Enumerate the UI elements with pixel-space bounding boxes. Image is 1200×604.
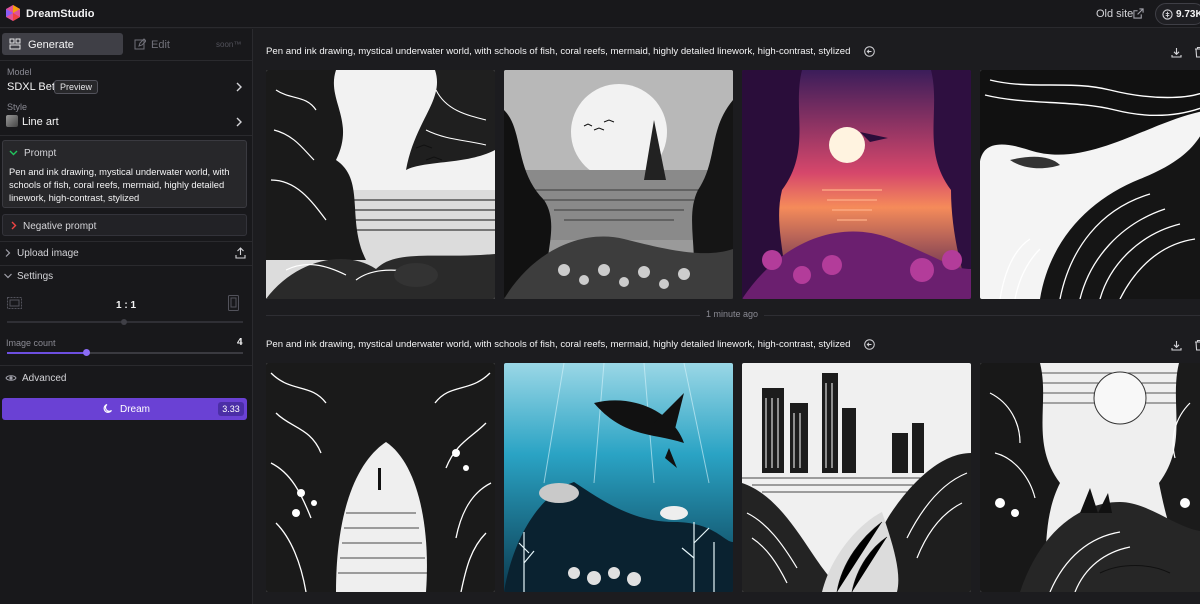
chevron-right-icon[interactable] — [9, 221, 18, 230]
portrait-ratio-icon[interactable] — [228, 295, 239, 311]
credits-icon — [1162, 9, 1173, 20]
dream-button-label: Dream — [120, 404, 151, 415]
style-label: Style — [7, 102, 28, 112]
purple-sunset-image — [742, 70, 971, 299]
model-label: Model — [7, 67, 32, 77]
generation-prompt[interactable]: Pen and ink drawing, mystical underwater… — [266, 339, 850, 350]
landscape-ratio-icon[interactable] — [7, 297, 22, 309]
divider — [0, 60, 252, 61]
style-thumbnail — [6, 115, 18, 127]
dream-button[interactable]: Dream 3.33 — [2, 398, 247, 420]
app-name: DreamStudio — [26, 8, 95, 20]
cave-figure-image — [266, 363, 495, 592]
download-icon[interactable] — [1171, 340, 1182, 351]
divider — [0, 241, 252, 242]
swirling-waves-image — [980, 70, 1200, 299]
old-site-link[interactable]: Old site — [1096, 8, 1133, 20]
settings-title[interactable]: Settings — [17, 271, 53, 282]
dreamstudio-logo-icon[interactable] — [4, 4, 22, 22]
trash-icon[interactable] — [1194, 46, 1200, 58]
image-count-slider[interactable] — [7, 352, 243, 354]
generated-image[interactable] — [980, 363, 1200, 592]
generation-prompt[interactable]: Pen and ink drawing, mystical underwater… — [266, 46, 850, 57]
tab-edit-label: Edit — [151, 39, 170, 51]
reuse-prompt-icon[interactable] — [864, 46, 875, 57]
edit-icon — [134, 38, 146, 50]
advanced-toggle[interactable]: Advanced — [22, 373, 66, 384]
image-count-value: 4 — [237, 337, 243, 348]
chevron-down-icon[interactable] — [4, 272, 12, 280]
aspect-ratio-slider-thumb[interactable] — [121, 319, 127, 325]
tab-generate-label: Generate — [28, 39, 74, 51]
image-count-slider-fill — [7, 352, 86, 354]
prompt-input[interactable]: Pen and ink drawing, mystical underwater… — [9, 165, 245, 204]
generated-image[interactable] — [266, 70, 495, 299]
generated-image[interactable] — [266, 363, 495, 592]
sun-swirls-image — [980, 363, 1200, 592]
sidebar: Generate Edit soon™ Model SDXL Beta Prev… — [0, 29, 253, 604]
moon-icon — [103, 403, 112, 413]
model-value[interactable]: SDXL Beta — [7, 81, 61, 93]
tab-generate[interactable]: Generate — [2, 33, 123, 55]
tab-edit[interactable]: Edit soon™ — [127, 33, 248, 55]
image-count-label: Image count — [6, 338, 56, 348]
style-chevron-right-icon[interactable] — [235, 117, 243, 127]
negative-prompt-panel[interactable]: Negative prompt — [2, 214, 247, 236]
reuse-prompt-icon[interactable] — [864, 339, 875, 350]
download-icon[interactable] — [1171, 47, 1182, 58]
upload-icon[interactable] — [235, 247, 246, 259]
prompt-title: Prompt — [24, 148, 57, 159]
generated-image[interactable] — [742, 363, 971, 592]
credits-badge[interactable]: 9.73K — [1155, 3, 1200, 25]
results-area: Pen and ink drawing, mystical underwater… — [254, 29, 1200, 604]
generated-image[interactable] — [742, 70, 971, 299]
tab-edit-note: soon™ — [216, 40, 242, 49]
credits-value: 9.73K — [1176, 9, 1200, 20]
preview-badge: Preview — [54, 80, 99, 94]
image-count-slider-thumb[interactable] — [83, 349, 90, 356]
time-divider-label: 1 minute ago — [700, 309, 765, 319]
aspect-ratio-value: 1 : 1 — [116, 300, 137, 311]
moon-bay-image — [504, 70, 733, 299]
external-link-icon[interactable] — [1133, 8, 1144, 19]
prompt-panel[interactable]: Prompt Pen and ink drawing, mystical und… — [2, 140, 247, 208]
style-value[interactable]: Line art — [22, 116, 59, 128]
blue-underwater-image — [504, 363, 733, 592]
generated-image[interactable] — [980, 70, 1200, 299]
generate-icon — [9, 38, 21, 50]
generated-image[interactable] — [504, 70, 733, 299]
trash-icon[interactable] — [1194, 339, 1200, 351]
chevron-right-icon[interactable] — [4, 249, 12, 257]
generated-image[interactable] — [504, 363, 733, 592]
top-bar: DreamStudio Old site 9.73K — [0, 0, 1200, 28]
chevron-down-icon[interactable] — [9, 148, 18, 157]
city-skyline-image — [742, 363, 971, 592]
model-chevron-right-icon[interactable] — [235, 82, 243, 92]
divider — [0, 135, 252, 136]
divider — [0, 265, 252, 266]
forest-shore-image — [266, 70, 495, 299]
dream-cost-badge: 3.33 — [218, 402, 244, 416]
upload-image-title[interactable]: Upload image — [17, 248, 79, 259]
negative-prompt-title: Negative prompt — [23, 221, 97, 232]
eye-icon[interactable] — [5, 373, 17, 383]
divider — [0, 365, 252, 366]
